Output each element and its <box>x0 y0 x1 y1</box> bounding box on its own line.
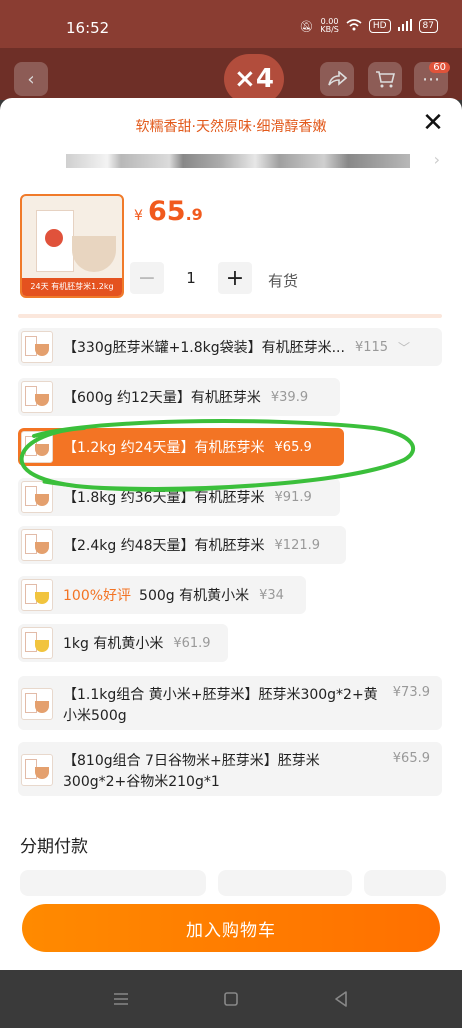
slogan: 软糯香甜·天然原味·细滑醇香嫩 <box>135 119 327 135</box>
sku-option[interactable]: 【1.8kg 约36天量】有机胚芽米 ¥91.9 <box>18 478 340 516</box>
option-thumbnail <box>21 688 53 720</box>
signal-icon <box>397 18 412 34</box>
price: ¥ 65.9 <box>134 196 203 227</box>
rice-bag-image <box>36 210 74 272</box>
installment-option[interactable] <box>218 870 352 896</box>
sku-option[interactable]: 【810g组合 7日谷物米+胚芽米】胚芽米300g*2+谷物米210g*1 ¥6… <box>18 742 442 796</box>
sku-option[interactable]: 【330g胚芽米罐+1.8kg袋装】有机胚芽米... ¥115 ﹀ <box>18 328 442 366</box>
option-thumbnail <box>21 627 53 659</box>
navigation-bar <box>0 970 462 1028</box>
quantity-value[interactable]: 1 <box>164 269 218 287</box>
sku-option[interactable]: 【2.4kg 约48天量】有机胚芽米 ¥121.9 <box>18 526 346 564</box>
share-icon[interactable] <box>320 62 354 96</box>
sku-option[interactable]: 100%好评 500g 有机黄小米 ¥34 <box>18 576 306 614</box>
option-thumbnail <box>21 529 53 561</box>
silent-icon: 🔕︎ <box>299 19 314 33</box>
rice-bowl-image <box>72 236 116 272</box>
quantity-stepper: − 1 + <box>130 262 252 294</box>
status-bar: 16:52 🔕︎ 0.00 KB/S HD 87 <box>0 0 462 48</box>
image-thumbnail-strip[interactable] <box>66 154 410 168</box>
rating-tag: 100%好评 <box>63 588 132 604</box>
decrement-button[interactable]: − <box>130 262 164 294</box>
chevron-down-icon[interactable]: ﹀ <box>398 339 410 356</box>
back-icon[interactable]: ‹ <box>14 62 48 96</box>
back-nav-icon[interactable] <box>330 988 352 1010</box>
sku-option[interactable]: 【1.1kg组合 黄小米+胚芽米】胚芽米300g*2+黄小米500g ¥73.9 <box>18 676 442 730</box>
option-thumbnail <box>21 331 53 363</box>
installment-option[interactable] <box>364 870 446 896</box>
hd-icon: HD <box>368 19 391 33</box>
cart-badge: 60 <box>429 62 450 73</box>
home-icon[interactable] <box>220 988 242 1010</box>
sku-sheet: 软糯香甜·天然原味·细滑醇香嫩 ✕ › 24天 有机胚芽米1.2kg ¥ 65.… <box>0 98 462 970</box>
option-thumbnail <box>21 381 53 413</box>
wifi-icon <box>346 18 362 34</box>
battery-icon: 87 <box>418 19 438 33</box>
installment-title: 分期付款 <box>20 837 88 857</box>
option-thumbnail <box>21 754 53 786</box>
option-thumbnail <box>21 481 53 513</box>
sku-option-selected[interactable]: 【1.2kg 约24天量】有机胚芽米 ¥65.9 <box>18 428 344 466</box>
promo-banner: ×4 <box>224 54 284 104</box>
chevron-right-icon[interactable]: › <box>434 150 440 169</box>
cart-icon[interactable] <box>368 62 402 96</box>
add-to-cart-button[interactable]: 加入购物车 <box>22 904 440 952</box>
status-icons: 🔕︎ 0.00 KB/S HD 87 <box>299 18 438 34</box>
image-caption: 24天 有机胚芽米1.2kg <box>22 278 122 296</box>
sku-option[interactable]: 【600g 约12天量】有机胚芽米 ¥39.9 <box>18 378 340 416</box>
increment-button[interactable]: + <box>218 262 252 294</box>
option-thumbnail <box>21 431 53 463</box>
product-image[interactable]: 24天 有机胚芽米1.2kg <box>20 194 124 298</box>
close-icon[interactable]: ✕ <box>420 110 446 136</box>
menu-icon[interactable] <box>110 988 132 1010</box>
scroll-fade <box>18 314 442 318</box>
option-thumbnail <box>21 579 53 611</box>
stock-status: 有货 <box>268 272 299 290</box>
installment-option[interactable] <box>20 870 206 896</box>
net-speed: 0.00 KB/S <box>320 17 339 34</box>
clock: 16:52 <box>66 19 110 37</box>
sku-option[interactable]: 1kg 有机黄小米 ¥61.9 <box>18 624 228 662</box>
